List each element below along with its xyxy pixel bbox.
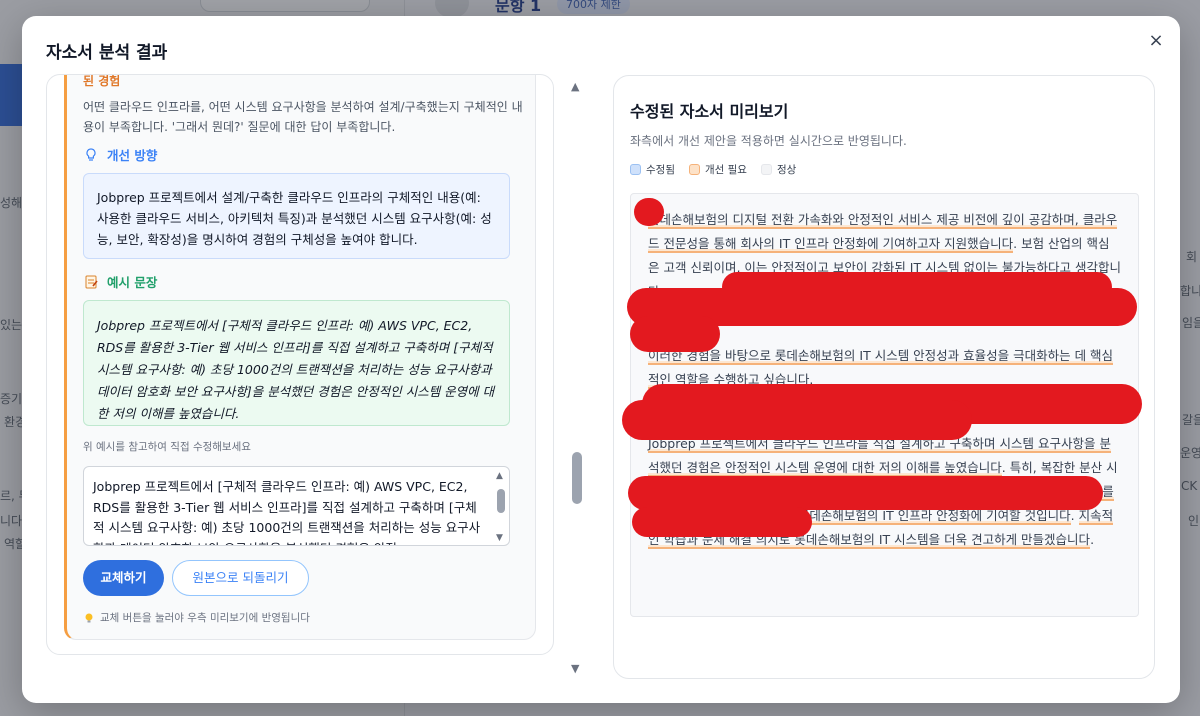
analysis-result-modal: 자소서 분석 결과 × 된 경험 어떤 클라우드 인프라를, 어떤 시스템 요구… bbox=[22, 16, 1180, 703]
legend-item-needs-improvement: 개선 필요 bbox=[688, 162, 747, 177]
suggestions-scrollbar[interactable]: ▲ ▼ bbox=[570, 80, 584, 675]
replace-footnote-text: 교체 버튼을 눌러야 우측 미리보기에 반영됩니다 bbox=[100, 612, 310, 624]
improve-heading-label: 개선 방향 bbox=[107, 148, 158, 163]
improve-direction-box: Jobprep 프로젝트에서 설계/구축한 클라우드 인프라의 구체적인 내용(… bbox=[83, 173, 510, 259]
edit-hint-label: 위 예시를 참고하여 직접 수정해보세요 bbox=[83, 441, 251, 453]
replace-footnote: 교체 버튼을 눌러야 우측 미리보기에 반영됩니다 bbox=[83, 610, 310, 625]
suggestions-panel: 된 경험 어떤 클라우드 인프라를, 어떤 시스템 요구사항을 분석하여 설계/… bbox=[46, 74, 554, 655]
problem-title: 된 경험 bbox=[83, 74, 121, 88]
legend-label-needs-improvement: 개선 필요 bbox=[704, 164, 747, 176]
replace-button[interactable]: 교체하기 bbox=[83, 560, 164, 596]
edit-textarea-value[interactable]: Jobprep 프로젝트에서 [구체적 클라우드 인프라: 예) AWS VPC… bbox=[84, 467, 509, 545]
redaction-mark bbox=[628, 476, 1103, 510]
preview-panel: 수정된 자소서 미리보기 좌측에서 개선 제안을 적용하면 실시간으로 반영됩니… bbox=[613, 75, 1155, 679]
redaction-mark bbox=[630, 316, 720, 352]
needs-improvement-span[interactable]: 이러한 경험을 바탕으로 롯데손해보험의 IT 시스템 안정성과 효율성을 극대… bbox=[648, 348, 1114, 389]
modal-title: 자소서 분석 결과 bbox=[46, 43, 168, 63]
problem-description: 어떤 클라우드 인프라를, 어떤 시스템 요구사항을 분석하여 설계/구축했는지… bbox=[83, 100, 523, 134]
redaction-mark bbox=[634, 198, 664, 226]
legend-swatch-normal bbox=[760, 164, 772, 175]
scroll-up-icon[interactable]: ▲ bbox=[571, 80, 579, 93]
redaction-mark bbox=[632, 507, 812, 537]
legend-swatch-needs-improvement bbox=[688, 164, 700, 175]
essay-text: . bbox=[1070, 508, 1075, 523]
edit-textarea[interactable]: Jobprep 프로젝트에서 [구체적 클라우드 인프라: 예) AWS VPC… bbox=[83, 466, 510, 546]
legend-label-edited: 수정됨 bbox=[646, 164, 675, 176]
lightbulb-icon bbox=[86, 147, 96, 161]
essay-text: . bbox=[1090, 532, 1095, 547]
scroll-up-icon[interactable]: ▲ bbox=[496, 471, 503, 481]
close-icon[interactable]: × bbox=[1145, 30, 1167, 52]
example-heading-label: 예시 문장 bbox=[107, 275, 158, 290]
example-sentence-box: Jobprep 프로젝트에서 [구체적 클라우드 인프라: 예) AWS VPC… bbox=[83, 300, 510, 426]
scroll-down-icon[interactable]: ▼ bbox=[571, 662, 579, 675]
suggestions-scroll-thumb[interactable] bbox=[572, 452, 582, 504]
suggestion-card: 된 경험 어떤 클라우드 인프라를, 어떤 시스템 요구사항을 분석하여 설계/… bbox=[64, 74, 536, 640]
legend: 수정됨 개선 필요 정상 bbox=[630, 162, 796, 177]
legend-label-normal: 정상 bbox=[776, 164, 797, 176]
textarea-scrollbar[interactable]: ▲ ▼ bbox=[495, 469, 507, 543]
scroll-down-icon[interactable]: ▼ bbox=[496, 533, 503, 543]
memo-icon bbox=[85, 275, 98, 288]
textarea-scroll-thumb[interactable] bbox=[497, 489, 505, 513]
legend-swatch-edited bbox=[630, 164, 641, 175]
redaction-mark bbox=[622, 400, 972, 440]
legend-item-normal: 정상 bbox=[760, 162, 797, 177]
improve-heading: 개선 방향 bbox=[83, 145, 157, 164]
revert-to-original-button[interactable]: 원본으로 되돌리기 bbox=[172, 560, 309, 596]
lightbulb-icon bbox=[85, 613, 93, 622]
preview-subtitle: 좌측에서 개선 제안을 적용하면 실시간으로 반영됩니다. bbox=[630, 134, 907, 148]
preview-title: 수정된 자소서 미리보기 bbox=[630, 102, 789, 121]
example-heading: 예시 문장 bbox=[83, 272, 157, 291]
legend-item-edited: 수정됨 bbox=[630, 162, 675, 177]
